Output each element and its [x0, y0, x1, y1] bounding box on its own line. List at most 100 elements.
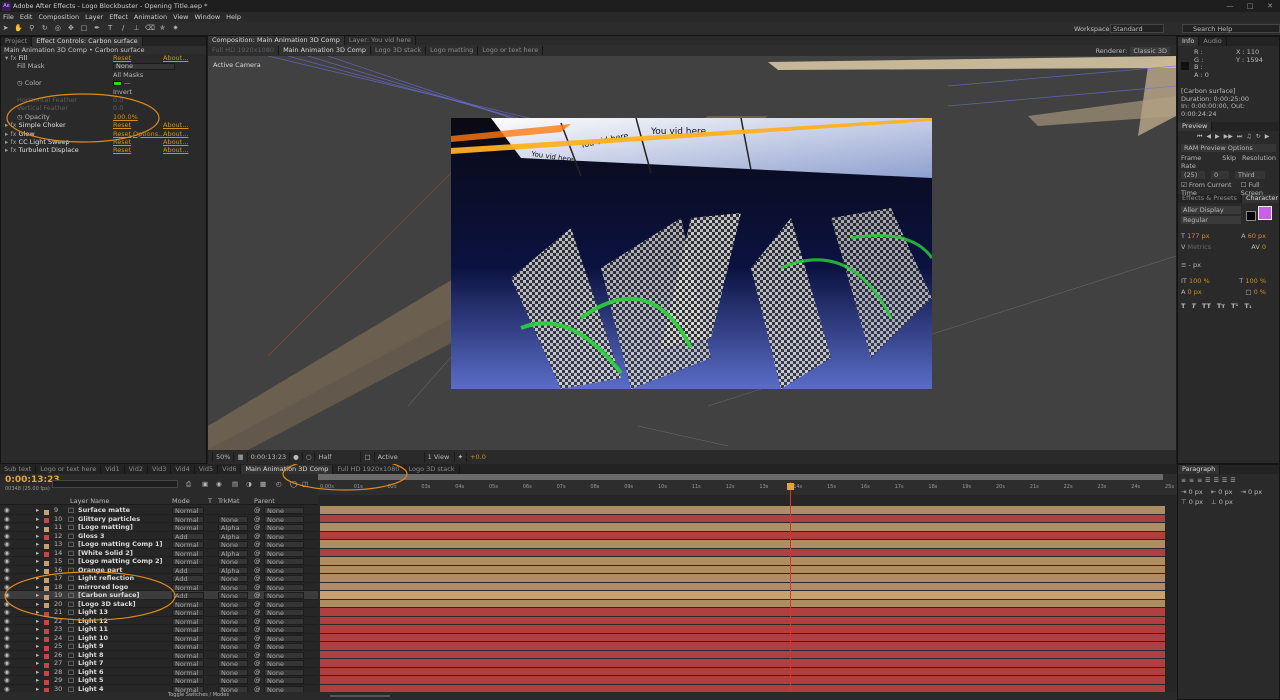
menu-file[interactable]: File: [0, 13, 17, 21]
tab-paragraph[interactable]: Paragraph: [1178, 465, 1221, 474]
menu-effect[interactable]: Effect: [106, 13, 131, 21]
text-icon[interactable]: T: [106, 24, 115, 33]
grid-icon[interactable]: ▦: [233, 452, 246, 462]
search-help-input[interactable]: Search Help: [1182, 24, 1280, 33]
pan-behind-icon[interactable]: ✥: [66, 24, 75, 33]
vertical-scale-field[interactable]: IT 100 %: [1181, 277, 1210, 285]
loop-icon[interactable]: ↻: [1256, 133, 1261, 141]
font-family-select[interactable]: Aller Display: [1181, 206, 1241, 214]
justify-right-icon[interactable]: ☰: [1222, 477, 1227, 484]
subscript-icon[interactable]: T₁: [1244, 302, 1251, 310]
playhead[interactable]: [790, 482, 792, 692]
first-frame-icon[interactable]: ⏮: [1197, 133, 1202, 141]
selection-icon[interactable]: ➤: [1, 24, 10, 33]
faux-bold-icon[interactable]: T: [1181, 302, 1185, 310]
indent-right-field[interactable]: ⇤ 0 px: [1211, 488, 1233, 496]
composition-viewer[interactable]: Active Camera You vid here You vid here …: [208, 56, 1176, 450]
tab-composition[interactable]: Composition: Main Animation 3D Comp: [208, 36, 345, 45]
hand-icon[interactable]: ✋: [14, 24, 23, 33]
ram-preview-icon[interactable]: ▶: [1265, 133, 1270, 141]
leading-field[interactable]: A 60 px: [1241, 232, 1266, 240]
skip-select[interactable]: 0: [1211, 171, 1229, 179]
fill-color-swatch[interactable]: [1258, 206, 1272, 220]
space-after-field[interactable]: ⊥ 0 px: [1211, 498, 1233, 506]
workspace-select[interactable]: Standard: [1110, 24, 1164, 33]
indent-left-field[interactable]: ⇥ 0 px: [1181, 488, 1203, 496]
current-time-display[interactable]: 0:00:13:23: [246, 452, 290, 462]
tab-info[interactable]: Info: [1178, 37, 1200, 46]
font-style-select[interactable]: Regular: [1181, 216, 1241, 224]
tab-preview[interactable]: Preview: [1178, 122, 1213, 131]
menu-help[interactable]: Help: [223, 13, 244, 21]
subtab-logo-or-text[interactable]: Logo or text here: [478, 46, 544, 55]
region-icon[interactable]: □: [360, 452, 373, 462]
frame-rate-select[interactable]: (25): [1181, 171, 1205, 179]
last-frame-icon[interactable]: ⏭: [1237, 133, 1242, 141]
roto-brush-icon[interactable]: ✯: [158, 24, 167, 33]
align-left-icon[interactable]: ≡: [1181, 477, 1186, 484]
align-center-icon[interactable]: ≡: [1189, 477, 1194, 484]
play-icon[interactable]: ▶: [1215, 133, 1220, 141]
renderer-value[interactable]: Classic 3D: [1130, 46, 1170, 55]
kerning-field[interactable]: V Metrics: [1181, 243, 1211, 251]
small-caps-icon[interactable]: Tт: [1217, 302, 1225, 310]
resolution-select[interactable]: Half: [314, 452, 360, 462]
ram-preview-options[interactable]: RAM Preview Options: [1181, 144, 1276, 152]
menu-edit[interactable]: Edit: [17, 13, 36, 21]
subtab-main-animation[interactable]: Main Animation 3D Comp: [279, 46, 372, 55]
brush-icon[interactable]: ∕: [119, 24, 128, 33]
maximize-icon[interactable]: □: [1240, 1, 1260, 11]
all-caps-icon[interactable]: TT: [1202, 302, 1211, 310]
zoom-icon[interactable]: ⚲: [27, 24, 36, 33]
subtab-full-hd[interactable]: Full HD 1920x1080: [208, 46, 280, 55]
eraser-icon[interactable]: ⌫: [145, 24, 155, 33]
menu-composition[interactable]: Composition: [35, 13, 82, 21]
minimize-icon[interactable]: —: [1220, 1, 1240, 11]
subtab-logo-matting[interactable]: Logo matting: [426, 46, 479, 55]
paragraph-panel: Paragraph ≡ ≡ ≡ ☰ ☰ ☰ ☰ ⇥ 0 px ⇤ 0 px ⇥ …: [1177, 464, 1280, 700]
full-screen-checkbox[interactable]: ☐ Full Screen: [1241, 181, 1276, 197]
menu-window[interactable]: Window: [192, 13, 224, 21]
channel-icon[interactable]: ○: [301, 452, 315, 462]
superscript-icon[interactable]: T¹: [1231, 302, 1238, 310]
clone-stamp-icon[interactable]: ⊥: [132, 24, 141, 33]
fast-preview-icon[interactable]: ✦: [453, 452, 466, 462]
justify-center-icon[interactable]: ☰: [1213, 477, 1218, 484]
snapshot-icon[interactable]: ●: [289, 452, 302, 462]
first-line-indent-field[interactable]: ⇥ 0 px: [1240, 488, 1262, 496]
playhead-handle[interactable]: [787, 483, 795, 490]
space-before-field[interactable]: ⊤ 0 px: [1181, 498, 1203, 506]
subtab-logo-3d-stack[interactable]: Logo 3D stack: [371, 46, 427, 55]
close-icon[interactable]: ✕: [1260, 1, 1280, 11]
justify-all-icon[interactable]: ☰: [1230, 477, 1235, 484]
from-current-time-checkbox[interactable]: ☑ From Current Time: [1181, 181, 1237, 197]
tab-audio[interactable]: Audio: [1199, 37, 1227, 46]
horizontal-scale-field[interactable]: T 100 %: [1239, 277, 1266, 285]
align-right-icon[interactable]: ≡: [1197, 477, 1202, 484]
tsume-field[interactable]: □ 0 %: [1245, 288, 1266, 296]
font-size-field[interactable]: T 177 px: [1181, 232, 1210, 240]
menu-animation[interactable]: Animation: [131, 13, 170, 21]
next-frame-icon[interactable]: ▶▶: [1224, 133, 1233, 141]
stroke-color-swatch[interactable]: [1246, 211, 1256, 221]
menu-layer[interactable]: Layer: [82, 13, 106, 21]
puppet-pin-icon[interactable]: ✷: [171, 24, 180, 33]
tab-layer[interactable]: Layer: You vid here: [345, 36, 416, 45]
baseline-shift-field[interactable]: A 0 px: [1181, 288, 1202, 296]
exposure-value[interactable]: +0.0: [466, 452, 489, 462]
prev-frame-icon[interactable]: ◀: [1206, 133, 1211, 141]
magnification-select[interactable]: 50%: [212, 452, 233, 462]
rotate-icon[interactable]: ↻: [40, 24, 49, 33]
pen-icon[interactable]: ✒: [93, 24, 102, 33]
menu-view[interactable]: View: [170, 13, 191, 21]
rectangle-icon[interactable]: □: [79, 24, 88, 33]
stroke-width-field[interactable]: ≡ - px: [1181, 261, 1201, 269]
camera-select[interactable]: Active Camera: [373, 452, 424, 471]
justify-left-icon[interactable]: ☰: [1205, 477, 1210, 484]
tracking-field[interactable]: AV 0: [1251, 243, 1266, 251]
resolution-select[interactable]: Third: [1235, 171, 1265, 179]
camera-orbit-icon[interactable]: ◎: [53, 24, 62, 33]
view-layout-select[interactable]: 1 View: [423, 452, 454, 462]
faux-italic-icon[interactable]: T: [1191, 302, 1195, 310]
audio-icon[interactable]: ♫: [1246, 133, 1251, 141]
